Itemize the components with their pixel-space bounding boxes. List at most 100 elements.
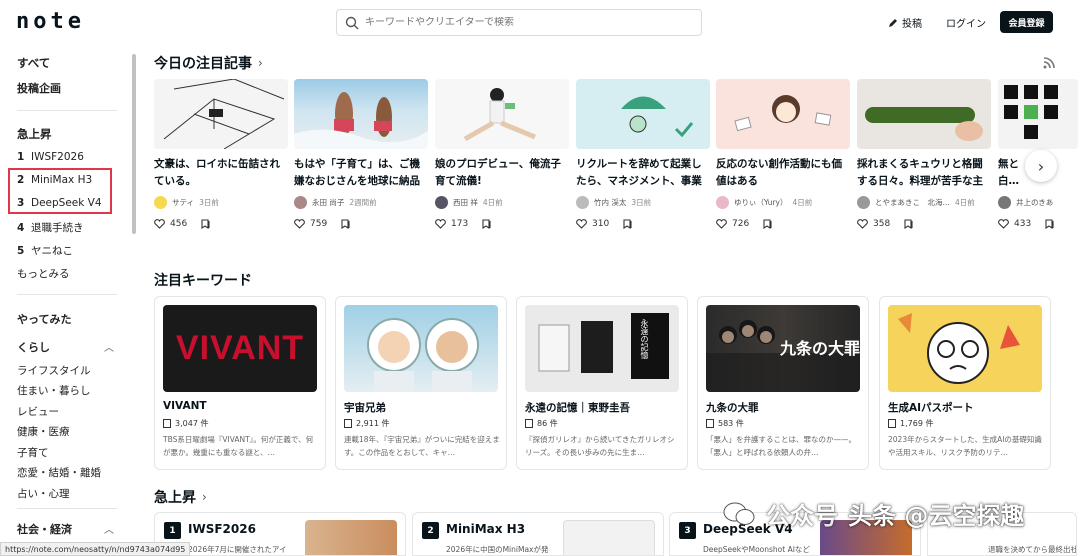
wechat-icon	[723, 502, 755, 525]
sidebar-trending-item[interactable]: 4 退職手続き	[17, 220, 84, 235]
document-icon	[888, 419, 896, 428]
trending-card[interactable]: 2 MiniMax H3 2026年に中国のMiniMaxが発	[412, 512, 664, 556]
sidebar-item-tried[interactable]: やってみた	[17, 311, 71, 327]
keyword-description: TBS系日曜劇場『VIVANT』。何が正義で、何が悪か。幾重にも重なる謎と、…	[163, 435, 314, 457]
avatar[interactable]	[576, 196, 589, 209]
avatar[interactable]	[154, 196, 167, 209]
article-thumbnail	[576, 79, 710, 149]
carousel-next-button[interactable]: ›	[1025, 150, 1057, 182]
author-name[interactable]: 永田 尚子	[312, 197, 344, 208]
bookmark-icon[interactable]	[904, 219, 915, 229]
article-card[interactable]: 反応のない創作活動にも価値はある ゆりぃ（Yury） 4日前 726	[716, 79, 850, 229]
keyword-title: 九条の大罪	[706, 402, 759, 414]
like-button[interactable]: 456	[154, 219, 187, 229]
like-button[interactable]: 433	[998, 219, 1031, 229]
article-thumbnail	[998, 79, 1078, 149]
sidebar-item-contests[interactable]: 投稿企画	[17, 80, 61, 96]
article-card[interactable]: 採れまくるキュウリと格闘する日々。料理が苦手な主婦のキュウリレシピ5選 とやまあ…	[857, 79, 991, 229]
chevron-up-icon[interactable]: ︿	[104, 521, 114, 536]
keyword-image-text: 永遠の記憶	[640, 319, 649, 359]
keyword-card[interactable]: 永遠の記憶 永遠の記憶｜東野圭吾 86 件 『探偵ガリレオ』から続いてきたガリレ…	[516, 296, 688, 470]
sidebar-item-all[interactable]: すべて	[17, 55, 50, 71]
like-button[interactable]: 358	[857, 219, 890, 229]
login-button[interactable]: ログイン	[946, 15, 986, 30]
keywords-heading: 注目キーワード	[154, 273, 252, 289]
article-card[interactable]: もはや「子育て」は、ご機嫌なおじさんを地球に納品する18年がかりの壮大… 永田 …	[294, 79, 428, 229]
pencil-icon	[889, 18, 897, 27]
sidebar-trending-item[interactable]: 1 IWSF2026	[17, 151, 84, 163]
search-box[interactable]	[336, 9, 702, 36]
like-button[interactable]: 759	[294, 219, 327, 229]
note-logo[interactable]: note	[16, 9, 85, 34]
avatar[interactable]	[857, 196, 870, 209]
trending-label: IWSF2026	[31, 151, 84, 163]
trending-card[interactable]: 1 IWSF2026 2026年7月に開催されたアイ	[154, 512, 406, 556]
keyword-image: 九条の大罪	[706, 305, 860, 392]
like-count: 173	[451, 219, 469, 229]
keyword-description: 『探偵ガリレオ』から続いてきたガリレオシリーズ。その長い歩みの先に生ま…	[525, 435, 675, 457]
sidebar-life-item[interactable]: 恋愛・結婚・離婚	[17, 465, 101, 480]
like-button[interactable]: 726	[716, 219, 749, 229]
bookmark-icon[interactable]	[1045, 219, 1056, 229]
keyword-count-text: 2,911 件	[356, 419, 390, 428]
trending-title: MiniMax H3	[446, 522, 526, 536]
article-title: 娘のプロデビュー、俺流子育て流儀!	[435, 158, 561, 187]
sidebar-life-item[interactable]: レビュー	[17, 404, 59, 419]
keyword-card[interactable]: 宇宙兄弟 2,911 件 連載18年、『宇宙兄弟』がついに完結を迎えます。この作…	[335, 296, 507, 470]
sidebar-scrollbar[interactable]	[132, 54, 136, 234]
article-card[interactable]: 娘のプロデビュー、俺流子育て流儀! 西田 祥 4日前 173	[435, 79, 569, 229]
post-date: 4日前	[955, 198, 975, 207]
keyword-title: 永遠の記憶｜東野圭吾	[525, 402, 630, 414]
rank-badge: 1	[164, 522, 181, 539]
bookmark-icon[interactable]	[482, 219, 493, 229]
avatar[interactable]	[716, 196, 729, 209]
article-card[interactable]: 文豪は、ロイホに缶詰されている。 サティ 3日前 456	[154, 79, 288, 229]
keyword-card[interactable]: VIVANT VIVANT 3,047 件 TBS系日曜劇場『VIVANT』。何…	[154, 296, 326, 470]
watermark: 公众号 头条 @云空探趣	[722, 496, 1024, 531]
article-thumbnail	[435, 79, 569, 149]
trending-description: 退職を決めてから最終出社日	[988, 545, 1077, 554]
keyword-card[interactable]: 生成AIパスポート 1,769 件 2023年からスタートした、生成AIの基礎知…	[879, 296, 1051, 470]
like-button[interactable]: 310	[576, 219, 609, 229]
article-card[interactable]: リクルートを辞めて起業したら、マネジメント、事業戦略、組織づくり……す… 竹内 …	[576, 79, 710, 229]
like-button[interactable]: 173	[435, 219, 468, 229]
trending-section-title[interactable]: 急上昇 ›	[154, 487, 207, 507]
sidebar-more-link[interactable]: もっとみる	[17, 266, 70, 281]
today-section-title[interactable]: 今日の注目記事 ›	[154, 53, 263, 73]
bookmark-icon[interactable]	[201, 219, 212, 229]
author-name[interactable]: とやまあきこ 北海…	[875, 197, 950, 208]
author-name[interactable]: 竹内 渓太	[594, 197, 626, 208]
sidebar-economy-heading[interactable]: 社会・経済	[17, 521, 72, 537]
bookmark-icon[interactable]	[341, 219, 352, 229]
keyword-count-text: 3,047 件	[175, 419, 209, 428]
keyword-card[interactable]: 九条の大罪 九条の大罪 583 件 「悪人」を弁護することは、罪なのか——。「悪…	[697, 296, 869, 470]
sidebar-trending-item[interactable]: 5 ヤニねこ	[17, 243, 73, 258]
trending-label: ヤニねこ	[31, 245, 73, 257]
author-name[interactable]: 井上のきあ	[1016, 197, 1053, 208]
annotation-highlight-box	[8, 168, 112, 214]
chevron-up-icon[interactable]: ︿	[104, 339, 114, 354]
signup-button[interactable]: 会員登録	[1000, 11, 1053, 33]
sidebar-life-item[interactable]: 占い・心理	[17, 486, 70, 501]
bookmark-icon[interactable]	[763, 219, 774, 229]
keyword-count: 86 件	[525, 418, 558, 429]
sidebar-life-item[interactable]: 子育て	[17, 445, 49, 460]
article-title: 無と白…	[998, 158, 1019, 187]
search-input[interactable]	[365, 17, 685, 28]
avatar[interactable]	[435, 196, 448, 209]
author-name[interactable]: サティ	[172, 197, 194, 208]
author-name[interactable]: 西田 祥	[453, 197, 478, 208]
avatar[interactable]	[998, 196, 1011, 209]
sidebar-life-heading[interactable]: くらし	[17, 339, 50, 355]
sidebar-life-item[interactable]: 健康・医療	[17, 424, 70, 439]
rss-icon[interactable]	[1043, 57, 1055, 69]
post-button[interactable]: 投稿	[888, 15, 922, 30]
chevron-right-icon: ›	[202, 490, 207, 504]
author-name[interactable]: ゆりぃ（Yury）	[734, 197, 788, 208]
bookmark-icon[interactable]	[623, 219, 634, 229]
sidebar-life-item[interactable]: ライフスタイル	[17, 363, 91, 378]
avatar[interactable]	[294, 196, 307, 209]
chevron-right-icon: ›	[258, 56, 263, 70]
sidebar-life-item[interactable]: 住まい・暮らし	[17, 383, 91, 398]
article-title: リクルートを辞めて起業したら、マネジメント、事業戦略、組織づくり……す…	[576, 158, 702, 187]
